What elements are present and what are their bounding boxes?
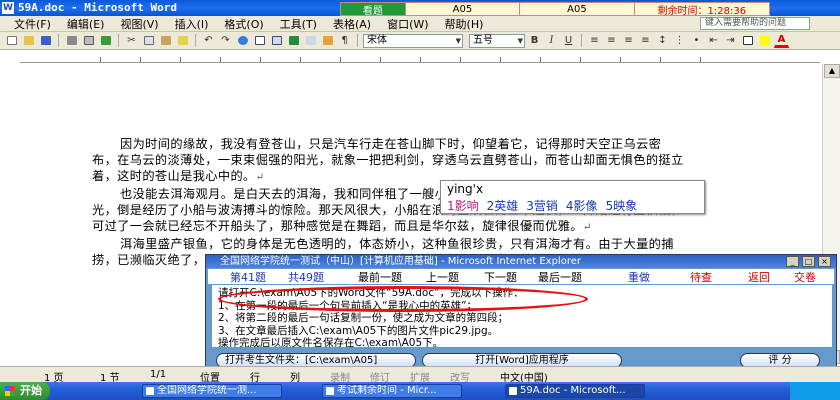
cut-icon[interactable]: ✂ [124, 34, 139, 48]
exam-title-bar: 全国网络学院统一测试（中山）[计算机应用基础] - Microsoft Inte… [206, 255, 836, 268]
question-number: 第41题 [230, 270, 266, 284]
exam-path-1: A05 [406, 3, 521, 15]
line-spacing-icon[interactable]: ↕ [655, 34, 670, 48]
print-icon[interactable] [64, 34, 79, 48]
excel-icon[interactable] [286, 34, 301, 48]
toolbar-separator [118, 34, 119, 47]
ime-candidate[interactable]: 1影响 [447, 197, 479, 214]
exam-window-title: 全国网络学院统一测试（中山）[计算机应用基础] - Microsoft Inte… [220, 256, 581, 267]
next-question-button[interactable]: 下一题 [484, 269, 517, 285]
menu-help[interactable]: 帮助(H) [437, 16, 492, 32]
question-total: 共49题 [288, 270, 324, 284]
close-icon[interactable]: × [818, 256, 831, 267]
toolbar-separator [581, 34, 582, 47]
menu-window[interactable]: 窗口(W) [379, 16, 436, 32]
copy-icon[interactable] [141, 34, 156, 48]
watch-question-button[interactable]: 看题 [341, 3, 406, 17]
instruction-line: 操作完成后以原文件名保存在C:\exam\A05下。 [218, 337, 444, 347]
back-button[interactable]: 返回 [748, 269, 770, 285]
columns-icon[interactable] [303, 34, 318, 48]
system-tray [790, 382, 840, 400]
italic-button[interactable]: I [544, 34, 559, 48]
border-icon[interactable] [740, 34, 755, 48]
ime-candidate[interactable]: 5映象 [606, 197, 638, 214]
bullets-icon[interactable]: • [689, 34, 704, 48]
word-status-bar: 1 页 1 节 1/1 位置 行 列 录制 修订 扩展 改写 中文(中国) [0, 366, 840, 384]
increase-indent-icon[interactable]: ⇥ [723, 34, 738, 48]
first-question-button[interactable]: 最前一题 [358, 269, 402, 285]
horizontal-ruler[interactable] [20, 51, 820, 63]
redo-question-button[interactable]: 重做 [628, 269, 650, 285]
spelling-icon[interactable] [98, 34, 113, 48]
format-painter-icon[interactable] [175, 34, 190, 48]
show-hide-icon[interactable]: ¶ [337, 34, 352, 48]
word-icon: W [2, 2, 14, 14]
font-name-select[interactable]: 宋体 [363, 33, 463, 48]
maximize-icon[interactable]: □ [802, 256, 815, 267]
submit-button[interactable]: 交卷 [794, 269, 816, 285]
paragraph-1[interactable]: 因为时间的缘故，我没有登苍山，只是汽车行走在苍山脚下时，仰望着它，记得那时天空正… [92, 136, 684, 186]
underline-button[interactable]: U [561, 34, 576, 48]
windows-taskbar: 开始 全国网络学院统一测... 考试剩余时间 - Micr... 59A.doc… [0, 382, 840, 400]
toolbar-separator [58, 34, 59, 47]
insert-table-icon[interactable] [269, 34, 284, 48]
prev-question-button[interactable]: 上一题 [426, 269, 459, 285]
menu-bar: 文件(F) 编辑(E) 视图(V) 插入(I) 格式(O) 工具(T) 表格(A… [0, 16, 840, 32]
ime-candidate[interactable]: 2英雄 [487, 197, 519, 214]
exam-window: 全国网络学院统一测试（中山）[计算机应用基础] - Microsoft Inte… [205, 254, 837, 370]
instruction-line: 2、将第二段的最后一句话复制一份，使之成为文章的第四段； [218, 312, 509, 324]
menu-edit[interactable]: 编辑(E) [59, 16, 113, 32]
mark-question-button[interactable]: 待查 [690, 269, 712, 285]
exam-path-2: A05 [520, 3, 635, 15]
ime-candidate[interactable]: 4影像 [566, 197, 598, 214]
font-size-select[interactable]: 五号 [469, 33, 525, 48]
bold-button[interactable]: B [527, 34, 542, 48]
toolbar-separator [357, 34, 358, 47]
time-remaining: 剩余时间：1:28:36 [657, 5, 747, 17]
decrease-indent-icon[interactable]: ⇤ [706, 34, 721, 48]
menu-table[interactable]: 表格(A) [325, 16, 379, 32]
align-right-icon[interactable]: ≡ [621, 34, 636, 48]
toolbar-separator [195, 34, 196, 47]
numbering-icon[interactable]: ⋮ [672, 34, 687, 48]
window-title: 59A.doc - Microsoft Word [18, 1, 177, 14]
justify-icon[interactable]: ≡ [638, 34, 653, 48]
formatting-toolbar: ✂ ↶ ↷ ¶ 宋体 五号 B I U ≡ ≡ ≡ ≡ ↕ ⋮ • ⇤ ⇥ A [0, 32, 840, 50]
hyperlink-icon[interactable] [235, 34, 250, 48]
minimize-icon[interactable]: _ [786, 256, 799, 267]
exam-status-strip: 看题 A05 A05 剩余时间：1:28:36 [340, 2, 770, 17]
menu-format[interactable]: 格式(O) [216, 16, 271, 32]
new-doc-icon[interactable] [4, 34, 19, 48]
menu-view[interactable]: 视图(V) [112, 16, 166, 32]
last-question-button[interactable]: 最后一题 [538, 269, 582, 285]
taskbar-timer-window[interactable]: 考试剩余时间 - Micr... [322, 384, 462, 398]
save-icon[interactable] [38, 34, 53, 48]
ime-candidate-window: ying'x 1影响 2英雄 3营销 4影像 5映象 [440, 180, 705, 214]
drawing-icon[interactable] [320, 34, 335, 48]
menu-file[interactable]: 文件(F) [6, 16, 59, 32]
ime-pinyin: ying'x [447, 182, 484, 196]
align-left-icon[interactable]: ≡ [587, 34, 602, 48]
start-button[interactable]: 开始 [0, 382, 50, 400]
open-folder-icon[interactable] [21, 34, 36, 48]
red-highlight-ellipse [218, 286, 588, 312]
instruction-line: 3、在文章最后插入C:\exam\A05下的图片文件pic29.jpg。 [218, 324, 499, 337]
font-color-button[interactable]: A [774, 34, 789, 48]
taskbar-exam-window[interactable]: 全国网络学院统一测... [142, 384, 282, 398]
tables-icon[interactable] [252, 34, 267, 48]
menu-tools[interactable]: 工具(T) [272, 16, 325, 32]
status-page-of: 1/1 [150, 369, 167, 380]
scroll-up-icon[interactable]: ▲ [824, 64, 840, 78]
taskbar-word-window[interactable]: 59A.doc - Microsoft... [505, 384, 645, 398]
question-nav: 第41题 共49题 最前一题 上一题 下一题 最后一题 重做 待查 返回 交卷 [208, 269, 834, 284]
redo-icon[interactable]: ↷ [218, 34, 233, 48]
highlight-icon[interactable] [757, 34, 772, 48]
paste-icon[interactable] [158, 34, 173, 48]
menu-insert[interactable]: 插入(I) [167, 16, 217, 32]
align-center-icon[interactable]: ≡ [604, 34, 619, 48]
undo-icon[interactable]: ↶ [201, 34, 216, 48]
ime-candidate[interactable]: 3营销 [526, 197, 558, 214]
print-preview-icon[interactable] [81, 34, 96, 48]
help-search-input[interactable]: 键入需要帮助的问题 [700, 17, 810, 30]
